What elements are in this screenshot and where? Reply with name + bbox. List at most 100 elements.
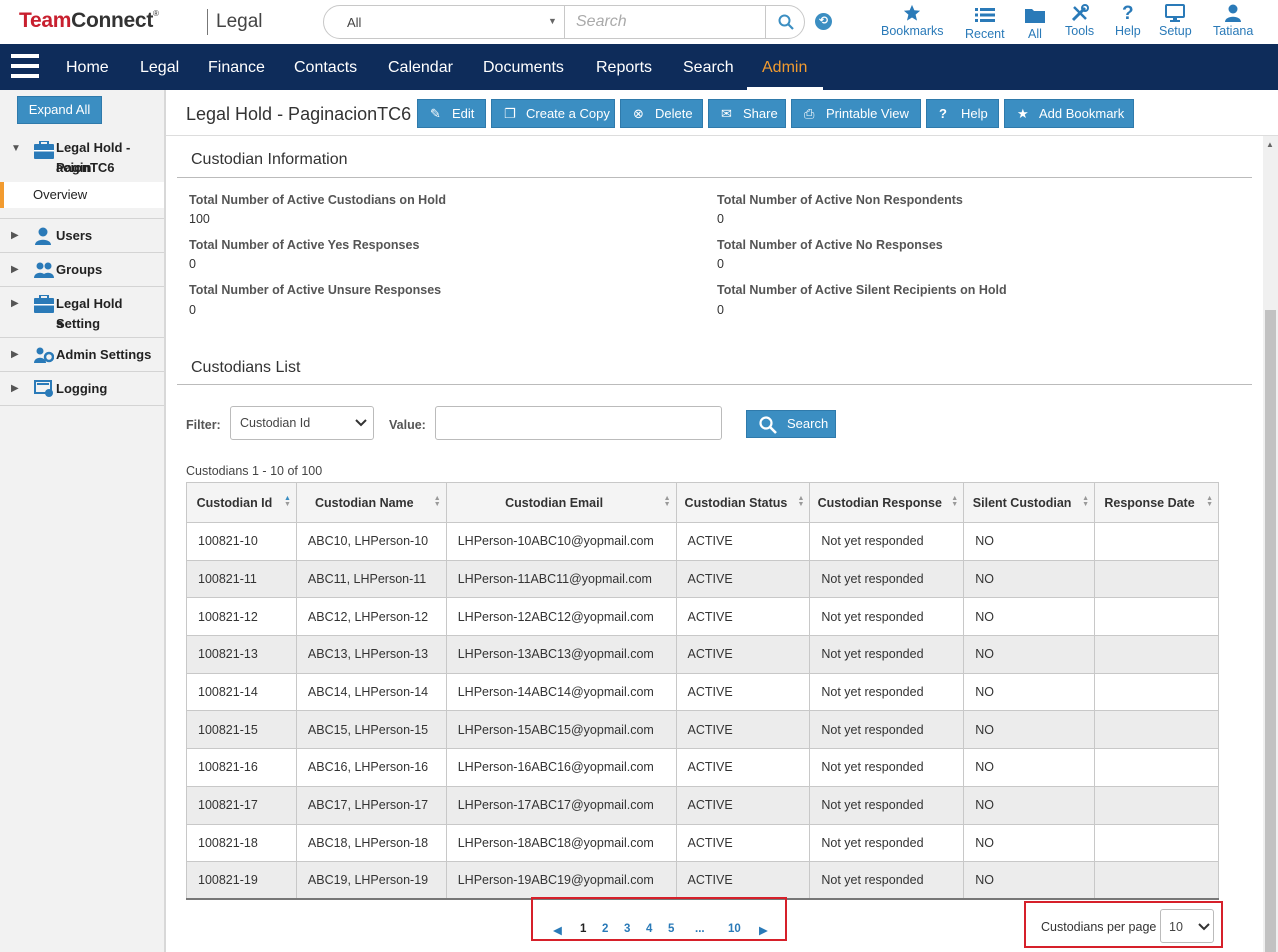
cell-custodian-id: 100821-15 [186,710,297,750]
nav-home[interactable]: Home [66,59,109,77]
copy-icon: ❐ [504,106,516,121]
list-icon [965,7,1005,27]
filter-search-button[interactable]: Search [746,410,836,438]
value-input[interactable] [435,406,722,440]
user-nav[interactable]: Tatiana [1213,4,1253,38]
group-icon [34,262,54,281]
sidebar-item-legal-hold-settings[interactable]: ▶ Legal Hold Setting s [0,287,164,338]
page-link[interactable]: 4 [646,923,652,935]
cell-custodian-id: 100821-10 [186,522,297,561]
cell-custodian-name: ABC19, LHPerson-19 [295,861,447,901]
add-bookmark-button[interactable]: ★ Add Bookmark [1004,99,1134,128]
sidebar-item-overview[interactable]: Overview [0,182,164,208]
cell-silent-custodian: NO [963,597,1096,637]
help-nav[interactable]: ? Help [1115,4,1141,39]
cell-silent-custodian: NO [963,785,1096,825]
column-header-custodian-name[interactable]: Custodian Name ▲ ▼ [295,482,447,523]
cell-silent-custodian: NO [963,635,1096,674]
cell-custodian-response: Not yet responded [809,710,965,750]
cell-custodian-email: LHPerson-13ABC13@yopmail.com [445,635,677,674]
info-value: 100 [189,212,210,226]
info-label: Total Number of Active Unsure Responses [189,283,442,297]
vertical-scrollbar[interactable]: ▲ [1263,136,1278,952]
nav-finance[interactable]: Finance [208,59,265,77]
table-row[interactable]: 100821-14 ABC14, LHPerson-14 LHPerson-14AB… [186,672,1219,712]
value-label: Value: [389,418,426,432]
cell-custodian-response: Not yet responded [809,861,965,901]
scrollbar-thumb[interactable] [1265,310,1276,952]
cell-custodian-response: Not yet responded [809,785,965,825]
hamburger-menu-icon[interactable] [11,54,39,79]
delete-circle-icon: ⊗ [633,106,644,121]
column-header-custodian-email[interactable]: Custodian Email ▲ ▼ [445,482,677,523]
prev-page-icon[interactable]: ◀ [553,923,562,937]
page-link[interactable]: 5 [668,923,674,935]
cell-custodian-id: 100821-16 [186,748,297,787]
table-row[interactable]: 100821-10 ABC10, LHPerson-10 LHPerson-10AB… [186,522,1219,561]
custodians-table: Custodian Id ▲ ▼ Custodian Name ▲ ▼ Custodia… [186,482,1219,901]
search-scope-select[interactable]: All ▼ [324,6,565,38]
table-row[interactable]: 100821-12 ABC12, LHPerson-12 LHPerson-12AB… [186,597,1219,637]
nav-contacts[interactable]: Contacts [294,59,357,77]
expand-all-button[interactable]: Expand All [17,96,102,124]
section-divider [177,177,1252,178]
nav-legal[interactable]: Legal [140,59,179,77]
sort-icon: ▲ ▼ [663,495,671,508]
table-row[interactable]: 100821-16 ABC16, LHPerson-16 LHPerson-16AB… [186,748,1219,787]
page-link-current[interactable]: 1 [580,923,586,935]
next-page-icon[interactable]: ▶ [759,923,768,937]
table-row[interactable]: 100821-11 ABC11, LHPerson-11 LHPerson-11AB… [186,559,1219,599]
page-link[interactable]: 2 [602,923,608,935]
nav-calendar[interactable]: Calendar [388,59,453,77]
tools-nav[interactable]: Tools [1065,4,1094,38]
cell-custodian-email: LHPerson-16ABC16@yopmail.com [445,748,677,787]
cell-response-date [1094,597,1219,637]
cell-response-date [1094,635,1219,674]
cell-custodian-id: 100821-11 [186,559,297,599]
column-header-custodian-status[interactable]: Custodian Status ▲ ▼ [675,482,811,523]
sidebar-item-record[interactable]: ▼ Legal Hold - Pagin acionTC6 Overview [0,134,164,219]
cell-custodian-status: ACTIVE [675,823,811,863]
per-page-select[interactable]: 10 [1160,909,1214,943]
sidebar-item-admin-settings[interactable]: ▶ Admin Settings [0,338,164,372]
page-link[interactable]: 10 [728,923,741,935]
sidebar-item-groups[interactable]: ▶ Groups [0,253,164,287]
sync-icon[interactable]: ⟲ [815,13,832,30]
nav-documents[interactable]: Documents [483,59,564,77]
delete-button[interactable]: ⊗ Delete [620,99,703,128]
column-header-custodian-response[interactable]: Custodian Response ▲ ▼ [809,482,965,523]
info-label: Total Number of Active Silent Recipients… [717,283,1007,297]
table-row[interactable]: 100821-17 ABC17, LHPerson-17 LHPerson-17AB… [186,785,1219,825]
custodians-list-title: Custodians List [191,359,301,376]
table-row[interactable]: 100821-13 ABC13, LHPerson-13 LHPerson-13AB… [186,635,1219,674]
help-button[interactable]: ? Help [926,99,999,128]
setup-nav[interactable]: Setup [1159,4,1192,38]
nav-search[interactable]: Search [683,59,734,77]
sidebar-item-users[interactable]: ▶ Users [0,219,164,253]
table-row[interactable]: 100821-19 ABC19, LHPerson-19 LHPerson-19AB… [186,861,1219,901]
recent-nav[interactable]: Recent [965,4,1005,41]
printable-view-button[interactable]: ⎙ Printable View [791,99,921,128]
search-input[interactable] [566,6,764,38]
search-button[interactable] [765,6,805,38]
bookmarks-nav[interactable]: Bookmarks [881,4,944,38]
teamconnect-logo[interactable]: TeamConnect® [19,9,159,33]
cell-custodian-name: ABC16, LHPerson-16 [295,748,447,787]
table-row[interactable]: 100821-15 ABC15, LHPerson-15 LHPerson-15AB… [186,710,1219,750]
nav-admin[interactable]: Admin [762,59,807,77]
sidebar-item-logging[interactable]: ▶ Logging [0,372,164,406]
column-header-response-date[interactable]: Response Date ▲ ▼ [1094,482,1219,523]
table-row[interactable]: 100821-18 ABC18, LHPerson-18 LHPerson-18AB… [186,823,1219,863]
create-copy-button[interactable]: ❐ Create a Copy [491,99,615,128]
all-nav[interactable]: All [1025,4,1045,41]
column-header-custodian-id[interactable]: Custodian Id ▲ ▼ [186,482,297,523]
page-link[interactable]: 3 [624,923,630,935]
scroll-up-arrow-icon[interactable]: ▲ [1266,140,1274,149]
edit-button[interactable]: ✎ Edit [417,99,486,128]
nav-reports[interactable]: Reports [596,59,652,77]
filter-select[interactable]: Custodian Id [230,406,374,440]
cell-custodian-name: ABC15, LHPerson-15 [295,710,447,750]
share-button[interactable]: ✉ Share [708,99,786,128]
briefcase-icon [34,294,54,316]
column-header-silent-custodian[interactable]: Silent Custodian ▲ ▼ [963,482,1096,523]
